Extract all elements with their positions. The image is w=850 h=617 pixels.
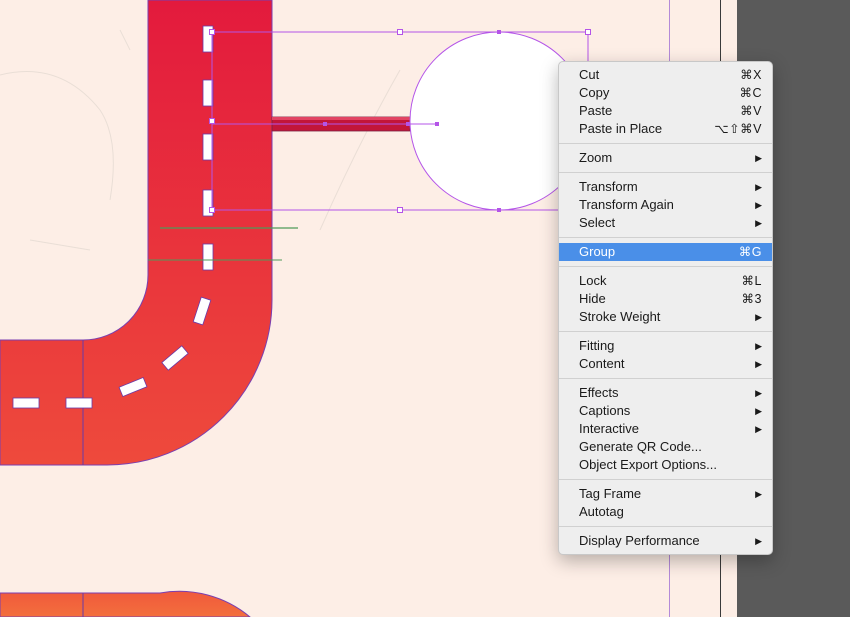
menu-separator xyxy=(559,237,772,238)
menu-item-label: Autotag xyxy=(579,504,624,519)
menu-item-copy[interactable]: Copy ⌘C xyxy=(559,84,772,102)
menu-item-shortcut: ⌘3 xyxy=(741,292,762,306)
road-main xyxy=(0,0,273,466)
submenu-arrow-icon: ▶ xyxy=(755,424,762,434)
menu-item-label: Paste xyxy=(579,103,613,118)
menu-item-label: Hide xyxy=(579,291,606,306)
submenu-arrow-icon: ▶ xyxy=(755,218,762,228)
menu-item-hide[interactable]: Hide ⌘3 xyxy=(559,290,772,308)
submenu-arrow-icon: ▶ xyxy=(755,312,762,322)
menu-item-captions[interactable]: Captions ▶ xyxy=(559,402,772,420)
menu-item-label: Generate QR Code... xyxy=(579,439,702,454)
menu-item-stroke-weight[interactable]: Stroke Weight ▶ xyxy=(559,308,772,326)
submenu-arrow-icon: ▶ xyxy=(755,406,762,416)
menu-item-label: Fitting xyxy=(579,338,615,353)
submenu-arrow-icon: ▶ xyxy=(755,489,762,499)
menu-item-label: Tag Frame xyxy=(579,486,642,501)
menu-item-label: Display Performance xyxy=(579,533,700,548)
menu-item-label: Stroke Weight xyxy=(579,309,661,324)
menu-separator xyxy=(559,172,772,173)
menu-item-paste-in-place[interactable]: Paste in Place ⌥⇧⌘V xyxy=(559,120,772,138)
menu-item-group[interactable]: Group ⌘G xyxy=(559,243,772,261)
menu-item-label: Paste in Place xyxy=(579,121,663,136)
menu-item-label: Effects xyxy=(579,385,619,400)
menu-item-transform[interactable]: Transform ▶ xyxy=(559,178,772,196)
menu-item-interactive[interactable]: Interactive ▶ xyxy=(559,420,772,438)
menu-separator xyxy=(559,479,772,480)
menu-item-fitting[interactable]: Fitting ▶ xyxy=(559,337,772,355)
menu-separator xyxy=(559,526,772,527)
submenu-arrow-icon: ▶ xyxy=(755,182,762,192)
submenu-arrow-icon: ▶ xyxy=(755,200,762,210)
submenu-arrow-icon: ▶ xyxy=(755,536,762,546)
menu-item-label: Content xyxy=(579,356,625,371)
menu-separator xyxy=(559,331,772,332)
menu-item-shortcut: ⌘X xyxy=(740,68,762,82)
menu-item-label: Object Export Options... xyxy=(579,457,718,472)
menu-separator xyxy=(559,266,772,267)
menu-item-display-performance[interactable]: Display Performance ▶ xyxy=(559,532,772,550)
menu-item-shortcut: ⌘C xyxy=(739,86,762,100)
context-menu[interactable]: Cut ⌘X Copy ⌘C Paste ⌘V Paste in Place ⌥⇧⌘V Zoom… xyxy=(558,61,773,555)
menu-item-select[interactable]: Select ▶ xyxy=(559,214,772,232)
submenu-arrow-icon: ▶ xyxy=(755,388,762,398)
menu-item-label: Cut xyxy=(579,67,600,82)
menu-item-autotag[interactable]: Autotag xyxy=(559,503,772,521)
menu-item-label: Group xyxy=(579,244,616,259)
menu-separator xyxy=(559,143,772,144)
road-lower xyxy=(0,590,251,617)
menu-separator xyxy=(559,378,772,379)
indesign-canvas[interactable]: Cut ⌘X Copy ⌘C Paste ⌘V Paste in Place ⌥⇧⌘V Zoom… xyxy=(0,0,850,617)
menu-item-transform-again[interactable]: Transform Again ▶ xyxy=(559,196,772,214)
menu-item-label: Interactive xyxy=(579,421,639,436)
menu-item-tag-frame[interactable]: Tag Frame ▶ xyxy=(559,485,772,503)
menu-item-shortcut: ⌘G xyxy=(738,245,762,259)
menu-item-shortcut: ⌘V xyxy=(740,104,762,118)
menu-item-object-export-options[interactable]: Object Export Options... xyxy=(559,456,772,474)
submenu-arrow-icon: ▶ xyxy=(755,341,762,351)
menu-item-lock[interactable]: Lock ⌘L xyxy=(559,272,772,290)
menu-item-label: Select xyxy=(579,215,616,230)
menu-item-label: Copy xyxy=(579,85,610,100)
menu-item-label: Lock xyxy=(579,273,607,288)
menu-item-label: Transform xyxy=(579,179,638,194)
menu-item-label: Transform Again xyxy=(579,197,674,212)
submenu-arrow-icon: ▶ xyxy=(755,153,762,163)
menu-item-label: Zoom xyxy=(579,150,613,165)
menu-item-content[interactable]: Content ▶ xyxy=(559,355,772,373)
menu-item-cut[interactable]: Cut ⌘X xyxy=(559,66,772,84)
menu-item-effects[interactable]: Effects ▶ xyxy=(559,384,772,402)
menu-item-shortcut: ⌘L xyxy=(741,274,762,288)
submenu-arrow-icon: ▶ xyxy=(755,359,762,369)
menu-item-zoom[interactable]: Zoom ▶ xyxy=(559,149,772,167)
menu-item-shortcut: ⌥⇧⌘V xyxy=(714,122,762,136)
menu-item-paste[interactable]: Paste ⌘V xyxy=(559,102,772,120)
menu-item-generate-qr-code[interactable]: Generate QR Code... xyxy=(559,438,772,456)
menu-item-label: Captions xyxy=(579,403,631,418)
